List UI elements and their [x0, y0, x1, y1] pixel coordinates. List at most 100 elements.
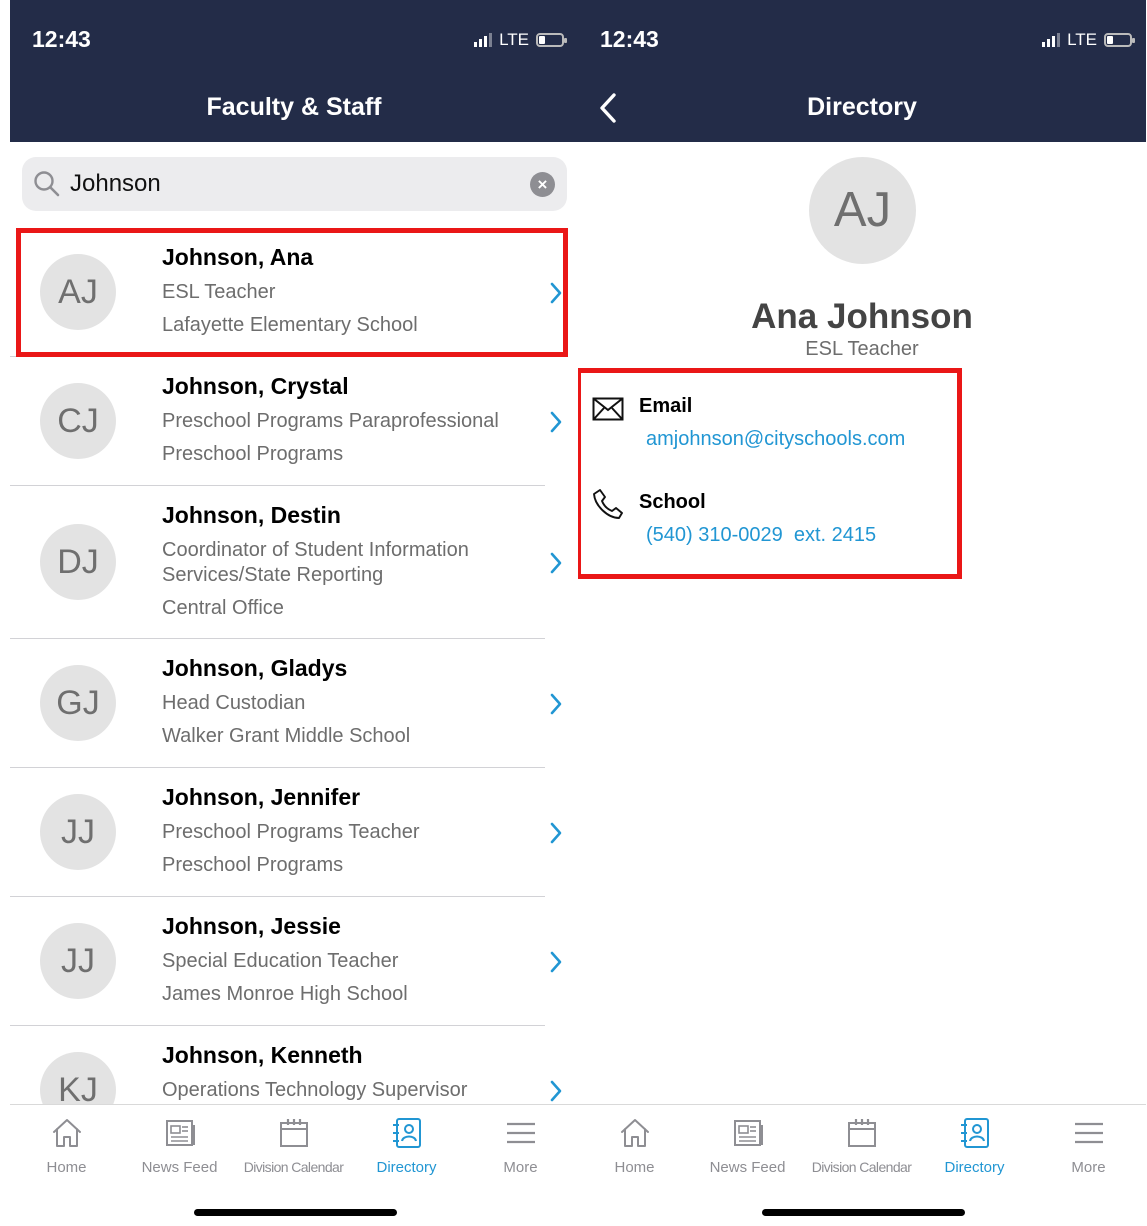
- tab-label: Directory: [376, 1159, 437, 1176]
- directory-detail-screen: 12:43 LTE Directory AJ Ana Johnson ESL T…: [578, 0, 1146, 1226]
- signal-icon: [474, 33, 493, 47]
- person-title: ESL Teacher: [162, 281, 276, 303]
- person-name: Johnson, Jessie: [162, 913, 341, 939]
- avatar: CJ: [40, 383, 116, 459]
- tab-label: Home: [46, 1159, 87, 1176]
- tab-home[interactable]: Home: [10, 1115, 123, 1176]
- chevron-right-icon: [550, 951, 562, 972]
- tab-label: Directory: [944, 1159, 1005, 1176]
- calendar-icon: [279, 1119, 308, 1147]
- tab-more[interactable]: More: [1032, 1115, 1145, 1176]
- newspaper-icon: [733, 1120, 763, 1146]
- list-item-text: Johnson, Destin Coordinator of Student In…: [162, 500, 532, 621]
- list-item[interactable]: CJ Johnson, Crystal Preschool Programs Par…: [10, 357, 578, 486]
- person-title: Preschool Programs Teacher: [162, 821, 420, 843]
- person-title: Operations Technology Supervisor: [162, 1079, 468, 1101]
- chevron-right-icon: [550, 693, 562, 714]
- person-title: Coordinator of Student Information Servi…: [162, 539, 469, 586]
- network-label: LTE: [1067, 30, 1097, 49]
- person-title: Head Custodian: [162, 692, 306, 714]
- tab-division-calendar[interactable]: Division Calendar: [805, 1115, 918, 1175]
- home-indicator: [194, 1209, 397, 1216]
- avatar: GJ: [40, 665, 116, 741]
- person-school: Walker Grant Middle School: [162, 725, 411, 747]
- list-item-text: Johnson, Kenneth Operations Technology Su…: [162, 1040, 532, 1103]
- tab-division-calendar[interactable]: Division Calendar: [237, 1115, 350, 1175]
- faculty-staff-screen: 12:43 LTE Faculty & Staff × AJ Johnson, A…: [10, 0, 578, 1226]
- list-item[interactable]: JJ Johnson, Jennifer Preschool Programs Te…: [10, 768, 578, 897]
- phone-icon: [593, 489, 623, 519]
- person-name: Johnson, Gladys: [162, 655, 348, 681]
- phone-label: School: [639, 491, 706, 513]
- status-indicators: LTE: [474, 30, 567, 50]
- search-bar[interactable]: ×: [22, 157, 567, 211]
- tab-label: Division Calendar: [243, 1159, 344, 1175]
- phone-link[interactable]: (540) 310-0029 ext. 2415: [646, 524, 876, 547]
- envelope-icon: [592, 397, 624, 421]
- contact-book-icon: [960, 1118, 989, 1148]
- menu-icon: [506, 1122, 535, 1144]
- tab-label: Home: [614, 1159, 655, 1176]
- email-label: Email: [639, 395, 693, 417]
- battery-icon: [1104, 33, 1135, 47]
- tab-bar: Home News Feed Division Calendar Directory M…: [10, 1104, 578, 1226]
- person-school: Preschool Programs: [162, 854, 344, 876]
- highlight-box: [578, 368, 962, 579]
- person-school: James Monroe High School: [162, 983, 408, 1005]
- home-icon: [620, 1119, 649, 1147]
- profile-name: Ana Johnson: [751, 297, 973, 336]
- newspaper-icon: [165, 1120, 195, 1146]
- person-title: Special Education Teacher: [162, 950, 399, 972]
- status-bar: 12:43 LTE: [10, 0, 578, 75]
- calendar-icon: [847, 1119, 876, 1147]
- status-indicators: LTE: [1042, 30, 1135, 50]
- tab-label: Division Calendar: [811, 1159, 912, 1175]
- list-item[interactable]: AJ Johnson, Ana ESL Teacher Lafayette Eleme…: [10, 228, 578, 357]
- avatar: JJ: [40, 923, 116, 999]
- tab-home[interactable]: Home: [578, 1115, 691, 1176]
- person-name: Johnson, Destin: [162, 502, 341, 528]
- chevron-right-icon: [550, 1080, 562, 1101]
- list-item-text: Johnson, Ana ESL Teacher Lafayette Element…: [162, 242, 532, 338]
- tab-more[interactable]: More: [464, 1115, 577, 1176]
- person-school: Lafayette Elementary School: [162, 314, 418, 336]
- status-bar: 12:43 LTE: [578, 0, 1146, 75]
- tab-label: More: [503, 1159, 538, 1176]
- navigation-bar: Faculty & Staff: [10, 75, 578, 142]
- tab-news-feed[interactable]: News Feed: [691, 1115, 804, 1176]
- search-input[interactable]: [70, 167, 510, 201]
- list-item[interactable]: KJ Johnson, Kenneth Operations Technology …: [10, 1026, 578, 1104]
- status-time: 12:43: [32, 26, 91, 52]
- signal-icon: [1042, 33, 1061, 47]
- tab-directory[interactable]: Directory: [350, 1115, 463, 1176]
- person-school: Central Office: [162, 597, 284, 619]
- profile-role: ESL Teacher: [805, 338, 919, 360]
- person-name: Johnson, Ana: [162, 244, 314, 270]
- battery-icon: [536, 33, 567, 47]
- avatar: AJ: [40, 254, 116, 330]
- list-item-text: Johnson, Jessie Special Education Teacher…: [162, 911, 532, 1007]
- contact-book-icon: [392, 1118, 421, 1148]
- person-title: Preschool Programs Paraprofessional: [162, 410, 499, 432]
- list-item[interactable]: DJ Johnson, Destin Coordinator of Student …: [10, 486, 578, 639]
- person-name: Johnson, Kenneth: [162, 1042, 363, 1068]
- tab-directory[interactable]: Directory: [918, 1115, 1031, 1176]
- list-item-text: Johnson, Gladys Head Custodian Walker Gran…: [162, 653, 532, 749]
- results-list: AJ Johnson, Ana ESL Teacher Lafayette Eleme…: [10, 228, 578, 1104]
- avatar: AJ: [809, 157, 916, 264]
- clear-search-button[interactable]: ×: [530, 172, 555, 197]
- person-school: Preschool Programs: [162, 443, 344, 465]
- home-indicator: [762, 1209, 965, 1216]
- tab-news-feed[interactable]: News Feed: [123, 1115, 236, 1176]
- list-item[interactable]: JJ Johnson, Jessie Special Education Teach…: [10, 897, 578, 1026]
- list-item[interactable]: GJ Johnson, Gladys Head Custodian Walker Gr…: [10, 639, 578, 768]
- network-label: LTE: [499, 30, 529, 49]
- chevron-right-icon: [550, 282, 562, 303]
- avatar: DJ: [40, 524, 116, 600]
- person-name: Johnson, Crystal: [162, 373, 349, 399]
- navigation-bar: Directory: [578, 75, 1146, 142]
- tab-label: News Feed: [141, 1159, 218, 1176]
- tab-label: More: [1071, 1159, 1106, 1176]
- email-link[interactable]: amjohnson@cityschools.com: [646, 428, 905, 451]
- avatar: KJ: [40, 1052, 116, 1104]
